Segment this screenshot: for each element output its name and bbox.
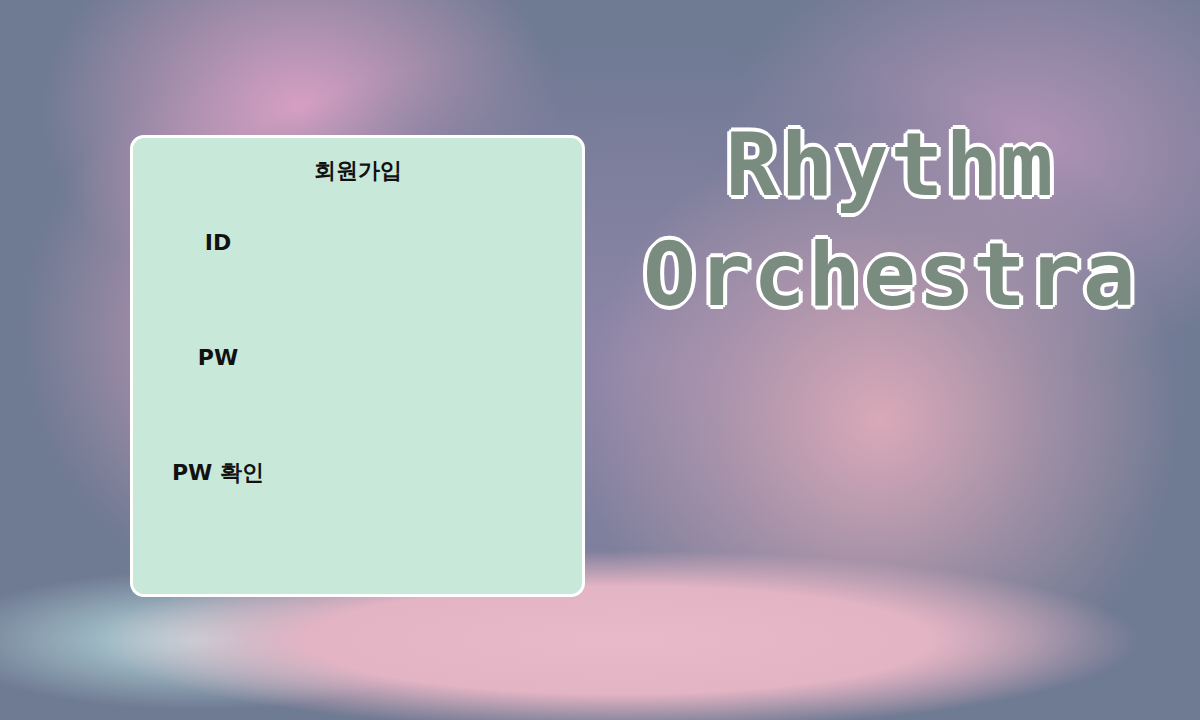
signup-screen: 회원가입 ID PW PW 확인 RhythmOrchestra [0, 0, 1200, 720]
field-row: ID [153, 229, 562, 344]
logo-line: Rhythm [643, 110, 1138, 220]
signup-panel: 회원가입 ID PW PW 확인 [130, 135, 585, 597]
field-label: ID [153, 229, 283, 258]
field-row: PW 확인 [153, 459, 562, 574]
field-label: PW 확인 [153, 459, 283, 488]
field-row: PW [153, 344, 562, 459]
form-title: 회원가입 [153, 156, 562, 187]
field-label: PW [153, 344, 283, 373]
logo-line: Orchestra [643, 220, 1138, 330]
game-logo: RhythmOrchestra [643, 110, 1138, 330]
